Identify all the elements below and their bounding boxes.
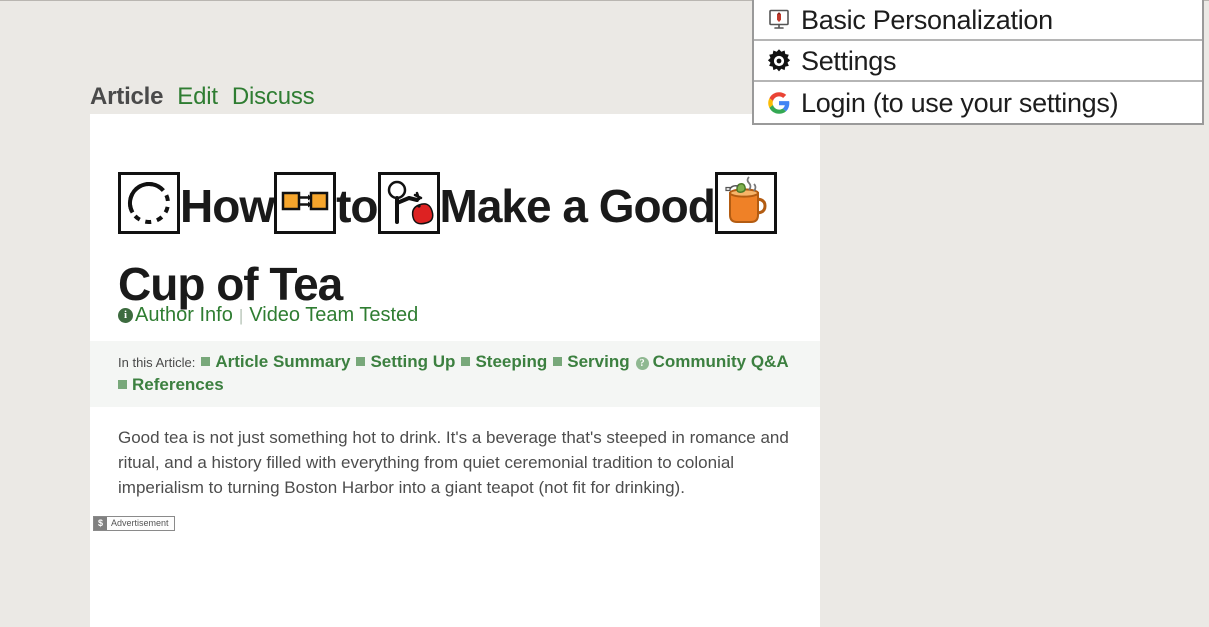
square-marker-icon [118, 380, 127, 389]
toc-item-label: Steeping [475, 352, 547, 371]
tab-article[interactable]: Article [90, 83, 163, 111]
title-word-make-a: Make a [440, 180, 587, 232]
teacup-glyph-icon [715, 172, 777, 234]
toc-item-references[interactable]: References [118, 375, 224, 394]
square-marker-icon [356, 357, 365, 366]
square-marker-icon [553, 357, 562, 366]
page-title: How to Make a Good Cup of Tea [118, 167, 798, 323]
toc-item-label: References [132, 375, 224, 394]
advertisement-badge[interactable]: $ Advertisement [93, 516, 175, 531]
question-mark-icon: ? [636, 357, 649, 370]
video-team-tested-link[interactable]: Video Team Tested [249, 304, 418, 327]
toc-label: In this Article: [118, 355, 195, 370]
menu-item-basic-personalization[interactable]: Basic Personalization [754, 0, 1202, 41]
meta-separator: | [239, 306, 243, 326]
gear-icon [766, 48, 792, 74]
stick-figure-balloon-glyph-icon [378, 172, 440, 234]
dollar-sign-icon: $ [94, 517, 107, 530]
menu-item-login[interactable]: Login (to use your settings) [754, 82, 1202, 123]
tab-discuss[interactable]: Discuss [232, 83, 315, 111]
menu-item-label: Settings [801, 46, 896, 76]
author-info-link[interactable]: Author Info [135, 304, 233, 327]
toc-item-community-qa[interactable]: ? Community Q&A [636, 352, 789, 371]
toc-item-label: Article Summary [215, 352, 350, 371]
tab-edit[interactable]: Edit [177, 83, 218, 111]
personalization-dropdown-menu[interactable]: Basic Personalization Settings Login (to… [752, 0, 1204, 125]
article-meta-line: i Author Info | Video Team Tested [118, 304, 418, 327]
title-word-cup-of-tea: Cup of Tea [118, 258, 342, 310]
menu-item-settings[interactable]: Settings [754, 41, 1202, 82]
dotted-circle-glyph-icon [118, 172, 180, 234]
toc-item-label: Serving [567, 352, 629, 371]
article-intro-paragraph: Good tea is not just something hot to dr… [118, 425, 800, 500]
toc-item-label: Setting Up [370, 352, 455, 371]
article-tab-row: Article Edit Discuss [90, 80, 314, 114]
article-card: How to Make a Good Cup of Tea i Author Info… [90, 114, 820, 627]
toc-item-setting-up[interactable]: Setting Up [356, 352, 455, 371]
nodes-link-glyph-icon [274, 172, 336, 234]
toc-item-serving[interactable]: Serving [553, 352, 629, 371]
title-word-how: How [180, 180, 274, 232]
square-marker-icon [461, 357, 470, 366]
google-g-icon [766, 90, 792, 116]
square-marker-icon [201, 357, 210, 366]
info-icon: i [118, 308, 133, 323]
toc-item-label: Community Q&A [653, 352, 789, 371]
monitor-pencil-icon [766, 7, 792, 33]
menu-item-label: Login (to use your settings) [801, 88, 1118, 118]
toc-item-article-summary[interactable]: Article Summary [201, 352, 350, 371]
advertisement-label: Advertisement [107, 517, 174, 530]
title-word-to: to [336, 180, 377, 232]
menu-item-label: Basic Personalization [801, 5, 1053, 35]
title-word-good: Good [599, 180, 715, 232]
toc-item-steeping[interactable]: Steeping [461, 352, 547, 371]
in-this-article-bar: In this Article: Article Summary Setting U… [90, 341, 820, 407]
